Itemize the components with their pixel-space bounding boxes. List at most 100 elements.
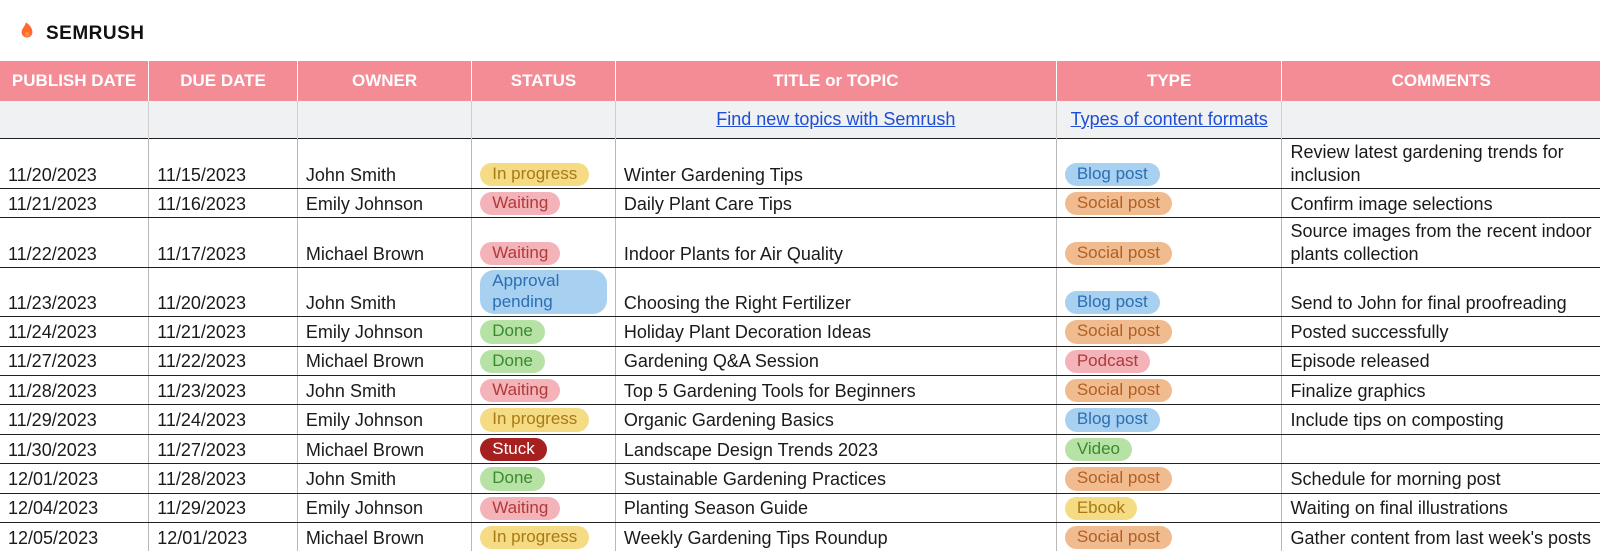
cell-comments: Posted successfully (1282, 317, 1600, 346)
table-row: 11/23/202311/20/2023John SmithApproval p… (0, 268, 1600, 317)
cell-comments: Finalize graphics (1282, 375, 1600, 404)
cell-title: Weekly Gardening Tips Roundup (615, 522, 1056, 551)
cell-publish-date: 11/22/2023 (0, 218, 149, 268)
type-badge: Social post (1065, 192, 1172, 215)
cell-publish-date: 11/29/2023 (0, 405, 149, 434)
cell-status: Waiting (472, 493, 616, 522)
cell-due-date: 11/22/2023 (149, 346, 298, 375)
status-badge: In progress (480, 163, 589, 186)
cell-status: Done (472, 317, 616, 346)
cell-status: Waiting (472, 218, 616, 268)
cell-type: Social post (1056, 317, 1282, 346)
table-row: 12/01/202311/28/2023John SmithDoneSustai… (0, 464, 1600, 493)
cell-publish-date: 12/01/2023 (0, 464, 149, 493)
cell-status: Stuck (472, 434, 616, 463)
brand-text: SEMRUSH (46, 23, 145, 45)
flame-icon (14, 18, 40, 49)
status-badge: Done (480, 467, 545, 490)
brand-row: SEMRUSH (0, 0, 1600, 61)
cell-type: Social post (1056, 375, 1282, 404)
status-badge: Approval pending (480, 270, 607, 314)
content-formats-link[interactable]: Types of content formats (1071, 109, 1268, 129)
col-title: TITLE or TOPIC (615, 61, 1056, 101)
cell-comments: Gather content from last week's posts (1282, 522, 1600, 551)
cell-owner: John Smith (297, 268, 471, 317)
cell-due-date: 11/24/2023 (149, 405, 298, 434)
cell-owner: Emily Johnson (297, 189, 471, 218)
cell-status: Approval pending (472, 268, 616, 317)
cell-title: Indoor Plants for Air Quality (615, 218, 1056, 268)
cell-status: In progress (472, 139, 616, 189)
cell-owner: John Smith (297, 139, 471, 189)
table-row: 12/05/202312/01/2023Michael BrownIn prog… (0, 522, 1600, 551)
col-publish-date: PUBLISH DATE (0, 61, 149, 101)
cell-type: Ebook (1056, 493, 1282, 522)
table-row: 11/30/202311/27/2023Michael BrownStuckLa… (0, 434, 1600, 463)
type-badge: Video (1065, 438, 1132, 461)
status-badge: Waiting (480, 497, 560, 520)
cell-status: In progress (472, 522, 616, 551)
cell-publish-date: 11/24/2023 (0, 317, 149, 346)
cell-status: In progress (472, 405, 616, 434)
table-row: 11/24/202311/21/2023Emily JohnsonDoneHol… (0, 317, 1600, 346)
cell-owner: Michael Brown (297, 522, 471, 551)
col-comments: COMMENTS (1282, 61, 1600, 101)
cell-title: Winter Gardening Tips (615, 139, 1056, 189)
col-due-date: DUE DATE (149, 61, 298, 101)
table-row: 11/29/202311/24/2023Emily Johnson In prog… (0, 405, 1600, 434)
status-badge: In progress (480, 408, 589, 431)
cell-publish-date: 11/20/2023 (0, 139, 149, 189)
cell-owner: John Smith (297, 375, 471, 404)
cell-comments: Schedule for morning post (1282, 464, 1600, 493)
cell-publish-date: 11/28/2023 (0, 375, 149, 404)
cell-type: Social post (1056, 218, 1282, 268)
content-calendar-table: PUBLISH DATE DUE DATE OWNER STATUS TITLE… (0, 61, 1600, 551)
cell-due-date: 12/01/2023 (149, 522, 298, 551)
cell-owner: Michael Brown (297, 434, 471, 463)
cell-due-date: 11/15/2023 (149, 139, 298, 189)
status-badge: Waiting (480, 192, 560, 215)
cell-type: Blog post (1056, 405, 1282, 434)
status-badge: In progress (480, 526, 589, 549)
table-row: 11/27/202311/22/2023Michael BrownDoneGar… (0, 346, 1600, 375)
cell-title: Choosing the Right Fertilizer (615, 268, 1056, 317)
cell-owner: Michael Brown (297, 218, 471, 268)
status-badge: Waiting (480, 379, 560, 402)
status-badge: Stuck (480, 438, 547, 461)
helper-links-row: Find new topics with Semrush Types of co… (0, 101, 1600, 139)
cell-due-date: 11/16/2023 (149, 189, 298, 218)
cell-type: Social post (1056, 464, 1282, 493)
header-row: PUBLISH DATE DUE DATE OWNER STATUS TITLE… (0, 61, 1600, 101)
cell-title: Sustainable Gardening Practices (615, 464, 1056, 493)
cell-title: Planting Season Guide (615, 493, 1056, 522)
cell-type: Blog post (1056, 268, 1282, 317)
cell-title: Daily Plant Care Tips (615, 189, 1056, 218)
table-row: 11/28/202311/23/2023John SmithWaitingTop… (0, 375, 1600, 404)
cell-comments: Include tips on composting (1282, 405, 1600, 434)
cell-type: Social post (1056, 189, 1282, 218)
type-badge: Social post (1065, 467, 1172, 490)
col-status: STATUS (472, 61, 616, 101)
type-badge: Social post (1065, 379, 1172, 402)
table-row: 11/22/202311/17/2023Michael BrownWaiting… (0, 218, 1600, 268)
cell-title: Landscape Design Trends 2023 (615, 434, 1056, 463)
type-badge: Blog post (1065, 291, 1160, 314)
cell-due-date: 11/23/2023 (149, 375, 298, 404)
cell-comments: Source images from the recent indoor pla… (1282, 218, 1600, 268)
find-topics-link[interactable]: Find new topics with Semrush (716, 109, 955, 129)
status-badge: Done (480, 350, 545, 373)
cell-due-date: 11/20/2023 (149, 268, 298, 317)
brand-logo: SEMRUSH (14, 18, 145, 49)
status-badge: Done (480, 320, 545, 343)
type-badge: Social post (1065, 526, 1172, 549)
cell-owner: Emily Johnson (297, 317, 471, 346)
cell-due-date: 11/17/2023 (149, 218, 298, 268)
cell-publish-date: 11/23/2023 (0, 268, 149, 317)
col-type: TYPE (1056, 61, 1282, 101)
cell-comments: Review latest gardening trends for inclu… (1282, 139, 1600, 189)
cell-comments: Send to John for final proofreading (1282, 268, 1600, 317)
table-row: 11/21/202311/16/2023Emily JohnsonWaiting… (0, 189, 1600, 218)
cell-title: Organic Gardening Basics (615, 405, 1056, 434)
cell-owner: Emily Johnson (297, 405, 471, 434)
cell-title: Holiday Plant Decoration Ideas (615, 317, 1056, 346)
